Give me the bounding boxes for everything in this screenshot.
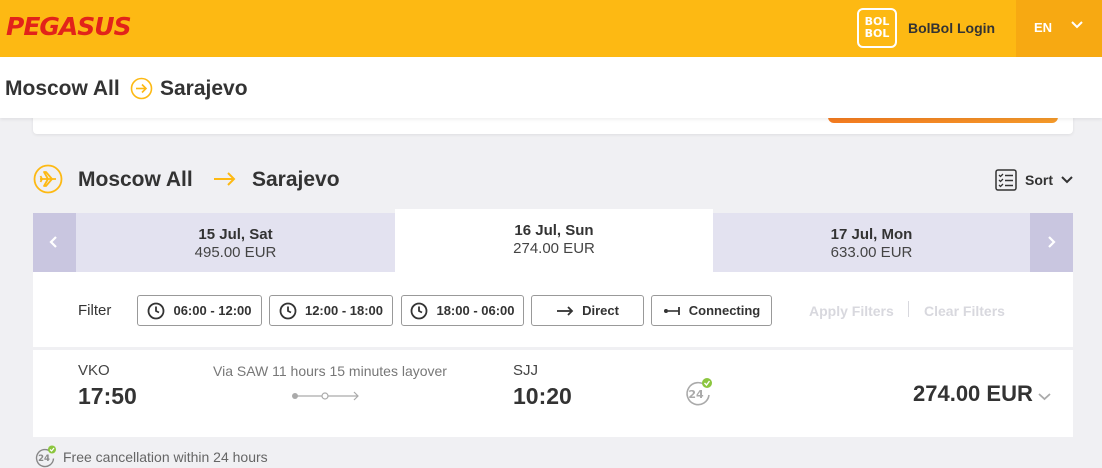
- clock-icon: [148, 302, 165, 319]
- chevron-left-icon: [49, 236, 57, 248]
- filter-connecting-button[interactable]: Connecting: [651, 295, 772, 326]
- filter-option-label: 12:00 - 18:00: [304, 303, 384, 318]
- previous-date-button[interactable]: [33, 213, 76, 272]
- clear-filters-button[interactable]: Clear Filters: [924, 303, 1005, 319]
- arrow-circle-icon: [130, 77, 153, 100]
- divider: [908, 301, 909, 317]
- chevron-down-icon[interactable]: [1060, 173, 1074, 187]
- filter-option-label: Direct: [582, 303, 619, 318]
- date-price: 274.00 EUR: [513, 240, 595, 257]
- arrival-time: 10:20: [513, 383, 572, 409]
- arrival-airport-code: SJJ: [513, 362, 539, 379]
- date-price: 495.00 EUR: [194, 244, 277, 261]
- free-cancellation-24-icon: 24: [686, 378, 712, 406]
- clock-icon: [411, 302, 428, 319]
- route-bar: Moscow All Sarajevo: [0, 57, 1102, 118]
- filter-evening-button[interactable]: 18:00 - 06:00: [401, 295, 524, 326]
- flight-price[interactable]: 274.00 EUR: [913, 381, 1033, 407]
- apply-filters-button[interactable]: Apply Filters: [809, 303, 894, 319]
- date-label: 17 Jul, Mon: [830, 226, 913, 243]
- filter-direct-button[interactable]: Direct: [531, 295, 644, 326]
- badge-24-text: 24: [38, 454, 50, 464]
- badge-24-text: 24: [688, 388, 704, 401]
- language-selector[interactable]: [1016, 0, 1102, 57]
- sort-icon[interactable]: [995, 169, 1017, 191]
- arrow-right-icon: [557, 305, 574, 316]
- date-option-selected[interactable]: 16 Jul, Sun 274.00 EUR: [395, 209, 713, 272]
- filter-label: Filter: [78, 302, 112, 319]
- pegasus-logo[interactable]: PEGASUS: [6, 12, 132, 41]
- chevron-down-icon[interactable]: [1037, 389, 1052, 404]
- route-origin: Moscow All: [5, 77, 120, 100]
- route-destination: Sarajevo: [160, 77, 248, 100]
- date-label: 15 Jul, Sat: [198, 226, 273, 243]
- filter-morning-button[interactable]: 06:00 - 12:00: [137, 295, 262, 326]
- section-origin: Moscow All: [78, 168, 193, 191]
- free-cancellation-note: Free cancellation within 24 hours: [63, 449, 268, 465]
- chevron-right-icon: [1048, 236, 1056, 248]
- departure-time: 17:50: [78, 383, 137, 409]
- language-label[interactable]: EN: [1034, 20, 1052, 35]
- chevron-down-icon[interactable]: [1070, 18, 1084, 32]
- date-option[interactable]: 15 Jul, Sat 495.00 EUR: [76, 213, 395, 272]
- date-price: 633.00 EUR: [830, 244, 913, 261]
- filter-afternoon-button[interactable]: 12:00 - 18:00: [269, 295, 393, 326]
- date-selector: 15 Jul, Sat 495.00 EUR 16 Jul, Sun 274.0…: [33, 209, 1073, 272]
- date-option[interactable]: 17 Jul, Mon 633.00 EUR: [713, 213, 1030, 272]
- route-line-icon: [292, 391, 359, 401]
- bolbol-login-link[interactable]: BolBol Login: [908, 20, 995, 36]
- section-destination: Sarajevo: [252, 168, 340, 191]
- connecting-icon: [663, 306, 680, 315]
- layover-info: Via SAW 11 hours 15 minutes layover: [213, 363, 447, 379]
- departure-airport-code: VKO: [78, 362, 110, 379]
- bolbol-logo-icon[interactable]: BOL BOL: [857, 8, 897, 48]
- next-date-button[interactable]: [1030, 213, 1073, 272]
- clock-icon: [279, 302, 297, 319]
- filter-option-label: 06:00 - 12:00: [173, 303, 252, 318]
- date-label: 16 Jul, Sun: [514, 222, 594, 239]
- sort-button[interactable]: Sort: [1025, 172, 1053, 188]
- filter-option-label: 18:00 - 06:00: [436, 303, 515, 318]
- bolbol-badge-line-2: BOL: [864, 27, 890, 40]
- filter-option-label: Connecting: [688, 303, 761, 318]
- plane-icon: [33, 164, 63, 194]
- arrow-right-icon: [214, 172, 236, 186]
- free-cancellation-24-icon: 24: [35, 445, 56, 468]
